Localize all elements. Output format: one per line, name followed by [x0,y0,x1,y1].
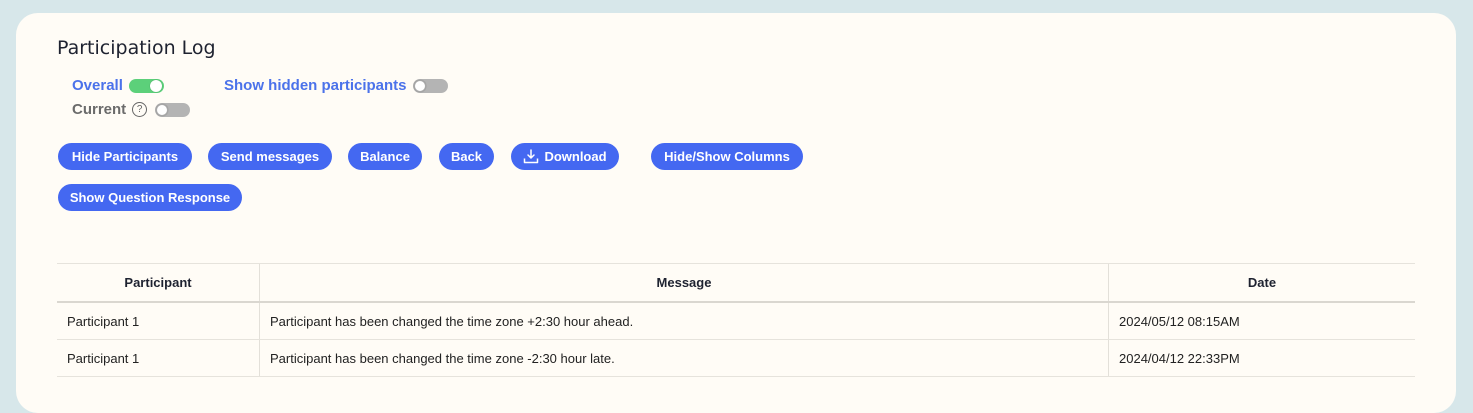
column-header-date[interactable]: Date [1108,263,1415,303]
table-header-row: Participant Message Date [57,263,1415,303]
participation-log-card: Participation Log Overall Current ? Show… [16,13,1456,413]
table-row: Participant 1 Participant has been chang… [57,339,1415,377]
toggle-knob [413,79,426,92]
show-hidden-toggle-row: Show hidden participants [224,77,448,94]
download-label: Download [544,149,607,164]
toggle-knob [156,103,169,116]
participant-cell: Participant 1 [57,302,260,340]
toggle-knob [149,79,162,92]
overall-label: Overall [72,77,123,94]
balance-button[interactable]: Balance [348,143,422,170]
date-cell: 2024/05/12 08:15AM [1108,302,1415,340]
message-cell: Participant has been changed the time zo… [259,302,1109,340]
back-button[interactable]: Back [439,143,494,170]
page-title: Participation Log [57,37,216,59]
date-cell: 2024/04/12 22:33PM [1108,339,1415,377]
column-header-message[interactable]: Message [259,263,1109,303]
column-header-participant[interactable]: Participant [57,263,260,303]
participant-cell: Participant 1 [57,339,260,377]
send-messages-button[interactable]: Send messages [208,143,332,170]
hide-show-columns-button[interactable]: Hide/Show Columns [651,143,803,170]
participation-log-table: Participant Message Date Participant 1 P… [57,263,1415,377]
show-question-response-button[interactable]: Show Question Response [58,184,242,211]
hide-participants-button[interactable]: Hide Participants [58,143,192,170]
overall-toggle-row: Overall [72,77,164,94]
download-icon [524,149,539,164]
overall-toggle[interactable] [128,78,164,93]
help-icon[interactable]: ? [132,102,148,117]
current-toggle-row: Current ? [72,101,191,118]
download-button[interactable]: Download [511,143,619,170]
current-toggle[interactable] [155,102,191,117]
table-row: Participant 1 Participant has been chang… [57,302,1415,340]
show-hidden-label: Show hidden participants [224,77,407,94]
show-hidden-toggle[interactable] [412,78,448,93]
current-label: Current [72,101,127,118]
message-cell: Participant has been changed the time zo… [259,339,1109,377]
